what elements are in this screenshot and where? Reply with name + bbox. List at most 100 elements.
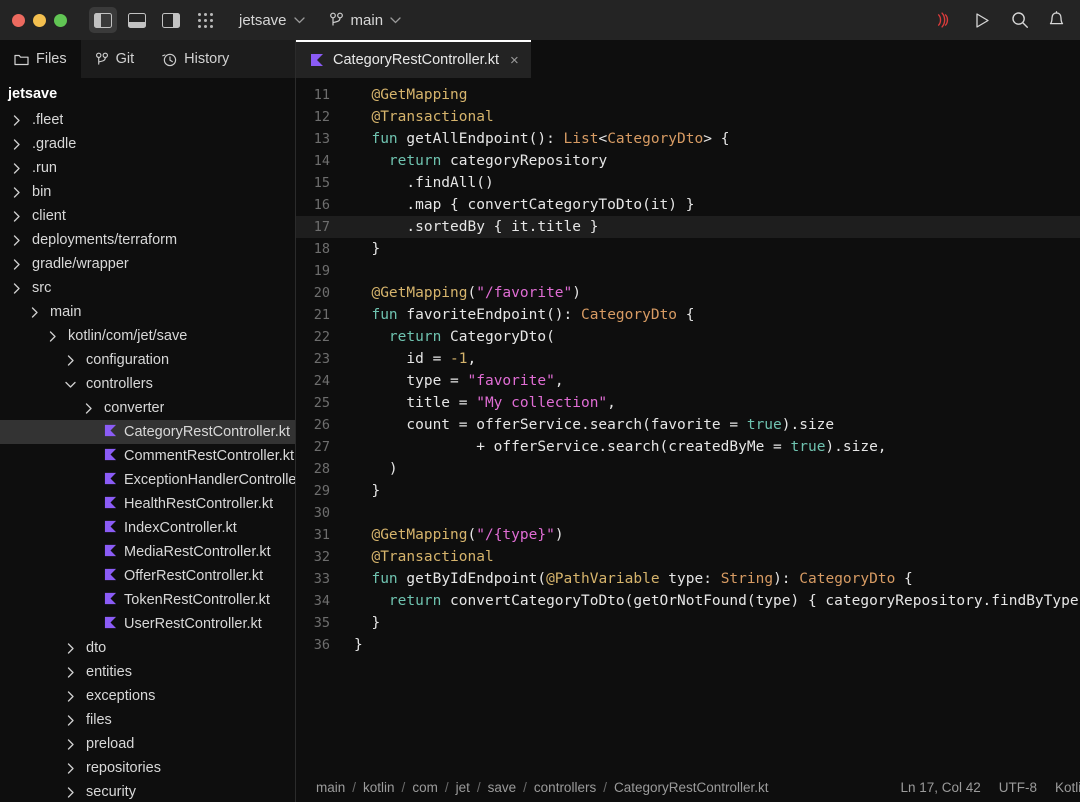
tree-file-row[interactable]: CategoryRestController.kt — [0, 420, 295, 444]
tree-folder-row[interactable]: .gradle — [0, 132, 295, 156]
chevron-down-icon[interactable] — [62, 381, 78, 388]
tree-file-row[interactable]: MediaRestController.kt — [0, 540, 295, 564]
sidebar-tab-git[interactable]: Git — [81, 40, 149, 78]
breadcrumb-item[interactable]: kotlin — [363, 780, 395, 795]
tree-folder-row[interactable]: configuration — [0, 348, 295, 372]
code-line[interactable]: 13 fun getAllEndpoint(): List<CategoryDt… — [296, 128, 1080, 150]
chevron-right-icon[interactable] — [8, 139, 24, 150]
chevron-right-icon[interactable] — [62, 763, 78, 774]
chevron-right-icon[interactable] — [62, 787, 78, 798]
code-editor[interactable]: 11 @GetMapping12 @Transactional13 fun ge… — [296, 78, 1080, 772]
code-line[interactable]: 31 @GetMapping("/{type}") — [296, 524, 1080, 546]
tree-file-row[interactable]: ExceptionHandlerController.kt — [0, 468, 295, 492]
language-label[interactable]: Kotlin — [1055, 780, 1080, 795]
minimize-window-button[interactable] — [33, 14, 46, 27]
code-line[interactable]: 28 ) — [296, 458, 1080, 480]
code-line[interactable]: 34 return convertCategoryToDto(getOrNotF… — [296, 590, 1080, 612]
tree-file-row[interactable]: OfferRestController.kt — [0, 564, 295, 588]
code-line[interactable]: 18 } — [296, 238, 1080, 260]
chevron-right-icon[interactable] — [62, 355, 78, 366]
code-line[interactable]: 35 } — [296, 612, 1080, 634]
project-selector[interactable]: jetsave — [239, 12, 305, 29]
code-line[interactable]: 12 @Transactional — [296, 106, 1080, 128]
tree-folder-row[interactable]: gradle/wrapper — [0, 252, 295, 276]
grid-menu-button[interactable] — [191, 7, 219, 33]
chevron-right-icon[interactable] — [26, 307, 42, 318]
cursor-position[interactable]: Ln 17, Col 42 — [900, 780, 980, 795]
tree-folder-row[interactable]: deployments/terraform — [0, 228, 295, 252]
code-line[interactable]: 30 — [296, 502, 1080, 524]
code-line[interactable]: 17 .sortedBy { it.title } — [296, 216, 1080, 238]
tree-folder-row[interactable]: security — [0, 780, 295, 802]
code-line[interactable]: 15 .findAll() — [296, 172, 1080, 194]
close-icon[interactable]: × — [510, 52, 519, 69]
tree-folder-row[interactable]: converter — [0, 396, 295, 420]
chevron-right-icon[interactable] — [8, 235, 24, 246]
chevron-right-icon[interactable] — [62, 715, 78, 726]
code-line[interactable]: 26 count = offerService.search(favorite … — [296, 414, 1080, 436]
code-line[interactable]: 24 type = "favorite", — [296, 370, 1080, 392]
project-root-label[interactable]: jetsave — [0, 84, 295, 108]
tree-file-row[interactable]: UserRestController.kt — [0, 612, 295, 636]
code-line[interactable]: 16 .map { convertCategoryToDto(it) } — [296, 194, 1080, 216]
chevron-right-icon[interactable] — [80, 403, 96, 414]
code-line[interactable]: 36} — [296, 634, 1080, 656]
tree-file-row[interactable]: HealthRestController.kt — [0, 492, 295, 516]
activity-icon[interactable] — [936, 11, 955, 30]
tree-folder-row[interactable]: src — [0, 276, 295, 300]
code-line[interactable]: 11 @GetMapping — [296, 84, 1080, 106]
tree-folder-row[interactable]: main — [0, 300, 295, 324]
breadcrumb-item[interactable]: save — [488, 780, 517, 795]
chevron-right-icon[interactable] — [62, 643, 78, 654]
chevron-right-icon[interactable] — [8, 283, 24, 294]
breadcrumb-item[interactable]: com — [412, 780, 438, 795]
code-line[interactable]: 19 — [296, 260, 1080, 282]
toggle-right-panel-button[interactable] — [157, 7, 185, 33]
tree-folder-row[interactable]: repositories — [0, 756, 295, 780]
chevron-right-icon[interactable] — [8, 115, 24, 126]
tree-file-row[interactable]: IndexController.kt — [0, 516, 295, 540]
code-line[interactable]: 22 return CategoryDto( — [296, 326, 1080, 348]
code-line[interactable]: 29 } — [296, 480, 1080, 502]
tree-folder-row[interactable]: preload — [0, 732, 295, 756]
chevron-right-icon[interactable] — [8, 187, 24, 198]
breadcrumb-item[interactable]: controllers — [534, 780, 596, 795]
tree-folder-row[interactable]: exceptions — [0, 684, 295, 708]
breadcrumb[interactable]: main/kotlin/com/jet/save/controllers/Cat… — [316, 780, 769, 795]
editor-tab-category-rest-controller[interactable]: CategoryRestController.kt × — [296, 40, 531, 78]
chevron-right-icon[interactable] — [8, 211, 24, 222]
breadcrumb-item[interactable]: CategoryRestController.kt — [614, 780, 769, 795]
sidebar-tab-history[interactable]: History — [148, 40, 243, 78]
code-line[interactable]: 25 title = "My collection", — [296, 392, 1080, 414]
breadcrumb-item[interactable]: main — [316, 780, 345, 795]
code-line[interactable]: 27 + offerService.search(createdByMe = t… — [296, 436, 1080, 458]
code-line[interactable]: 14 return categoryRepository — [296, 150, 1080, 172]
tree-file-row[interactable]: CommentRestController.kt — [0, 444, 295, 468]
chevron-right-icon[interactable] — [62, 691, 78, 702]
chevron-right-icon[interactable] — [8, 259, 24, 270]
notifications-icon[interactable] — [1047, 11, 1066, 30]
code-line[interactable]: 21 fun favoriteEndpoint(): CategoryDto { — [296, 304, 1080, 326]
tree-folder-row[interactable]: controllers — [0, 372, 295, 396]
chevron-right-icon[interactable] — [62, 667, 78, 678]
tree-file-row[interactable]: TokenRestController.kt — [0, 588, 295, 612]
tree-folder-row[interactable]: entities — [0, 660, 295, 684]
chevron-right-icon[interactable] — [8, 163, 24, 174]
sidebar-tab-files[interactable]: Files — [0, 40, 81, 78]
code-line[interactable]: 20 @GetMapping("/favorite") — [296, 282, 1080, 304]
tree-folder-row[interactable]: .run — [0, 156, 295, 180]
close-window-button[interactable] — [12, 14, 25, 27]
code-line[interactable]: 33 fun getByIdEndpoint(@PathVariable typ… — [296, 568, 1080, 590]
tree-folder-row[interactable]: bin — [0, 180, 295, 204]
tree-folder-row[interactable]: files — [0, 708, 295, 732]
encoding-label[interactable]: UTF-8 — [999, 780, 1037, 795]
toggle-left-panel-button[interactable] — [89, 7, 117, 33]
code-line[interactable]: 32 @Transactional — [296, 546, 1080, 568]
code-line[interactable]: 23 id = -1, — [296, 348, 1080, 370]
breadcrumb-item[interactable]: jet — [456, 780, 470, 795]
tree-folder-row[interactable]: kotlin/com/jet/save — [0, 324, 295, 348]
search-icon[interactable] — [1010, 11, 1029, 30]
run-icon[interactable] — [973, 11, 992, 30]
tree-folder-row[interactable]: .fleet — [0, 108, 295, 132]
toggle-bottom-panel-button[interactable] — [123, 7, 151, 33]
